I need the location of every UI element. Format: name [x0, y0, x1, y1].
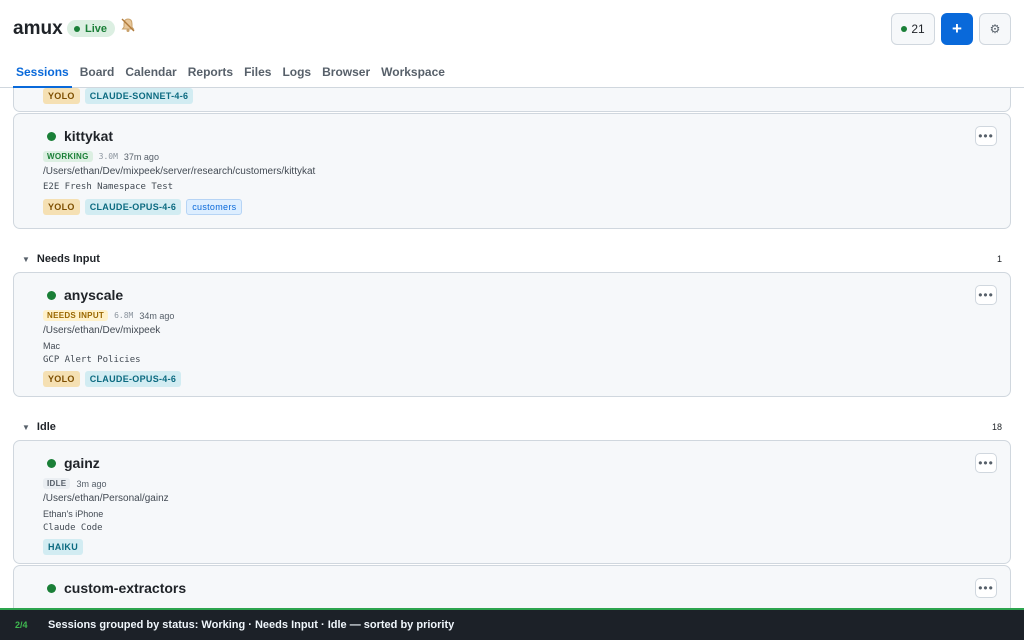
model-tag: CLAUDE-OPUS-4-6: [84, 199, 182, 215]
more-options-icon[interactable]: •••: [975, 453, 997, 473]
tab-browser[interactable]: Browser: [319, 60, 373, 88]
onboarding-hint-bar: 2/4 Sessions grouped by status: Working …: [0, 608, 1024, 640]
session-meta: WORKING 3.0M 37m ago: [43, 151, 159, 162]
collapse-caret-icon[interactable]: ▼: [22, 255, 30, 264]
session-tags: YOLO CLAUDE-SONNET-4-6: [43, 88, 194, 104]
session-title: kittykat: [47, 128, 113, 144]
live-dot-icon: [74, 25, 80, 32]
status-dot-icon: [47, 290, 56, 300]
status-dot-icon: [47, 131, 56, 141]
section-label: Needs Input: [36, 253, 100, 265]
collapse-caret-icon[interactable]: ▼: [22, 423, 30, 432]
session-size: 6.8M: [114, 311, 134, 320]
live-badge: Live: [67, 20, 116, 37]
yolo-tag: YOLO: [43, 371, 80, 387]
session-description: E2E Fresh Namespace Test: [43, 182, 174, 192]
more-options-icon[interactable]: •••: [975, 126, 997, 146]
session-card[interactable]: custom-extractors •••: [13, 565, 1011, 608]
hint-text: Sessions grouped by status: Working · Ne…: [48, 619, 455, 631]
session-name: anyscale: [64, 287, 124, 303]
session-description: GCP Alert Policies: [43, 355, 141, 365]
status-dot-icon: [47, 583, 56, 593]
session-device: Mac: [43, 341, 61, 351]
status-badge: WORKING: [43, 151, 93, 162]
session-title: custom-extractors: [47, 580, 186, 596]
session-age: 3m ago: [76, 478, 107, 489]
more-options-icon[interactable]: •••: [975, 285, 997, 305]
yolo-tag: YOLO: [43, 199, 80, 215]
status-badge: IDLE: [43, 478, 71, 489]
model-tag: CLAUDE-OPUS-4-6: [84, 371, 182, 387]
session-size: 3.0M: [98, 152, 118, 161]
more-options-icon[interactable]: •••: [975, 578, 997, 598]
session-card[interactable]: gainz ••• IDLE 3m ago /Users/ethan/Perso…: [13, 440, 1011, 564]
session-description: Claude Code: [43, 523, 103, 533]
session-tags: YOLO CLAUDE-OPUS-4-6 customers: [43, 199, 243, 215]
model-tag: CLAUDE-SONNET-4-6: [84, 88, 194, 104]
tab-calendar[interactable]: Calendar: [122, 60, 179, 88]
session-title: gainz: [47, 455, 100, 471]
session-meta: NEEDS INPUT 6.8M 34m ago: [43, 310, 174, 321]
active-sessions-button[interactable]: 21: [891, 13, 935, 45]
section-count: 18: [991, 422, 1002, 432]
session-name: custom-extractors: [64, 580, 187, 596]
status-dot-icon: [901, 26, 908, 32]
model-tag: HAIKU: [43, 539, 83, 555]
tab-workspace[interactable]: Workspace: [378, 60, 448, 88]
section-count: 1: [996, 254, 1002, 264]
app-title: amux: [13, 18, 63, 39]
session-tags: YOLO CLAUDE-OPUS-4-6: [43, 371, 182, 387]
session-path: /Users/ethan/Personal/gainz: [43, 493, 169, 504]
section-header-idle[interactable]: ▼ Idle 18: [22, 419, 1002, 435]
session-card[interactable]: kittykat ••• WORKING 3.0M 37m ago /Users…: [13, 113, 1011, 229]
session-path: /Users/ethan/Dev/mixpeek: [43, 325, 161, 336]
tab-board[interactable]: Board: [77, 60, 118, 88]
live-label: Live: [85, 22, 108, 35]
session-title: anyscale: [47, 287, 123, 303]
active-sessions-count: 21: [911, 22, 925, 36]
main-nav: Sessions Board Calendar Reports Files Lo…: [13, 60, 453, 88]
status-dot-icon: [47, 458, 56, 468]
session-age: 34m ago: [139, 310, 175, 321]
session-path: /Users/ethan/Dev/mixpeek/server/research…: [43, 166, 316, 177]
session-name: kittykat: [64, 128, 114, 144]
sessions-list: YOLO CLAUDE-SONNET-4-6 kittykat ••• WORK…: [0, 88, 1024, 608]
tab-sessions[interactable]: Sessions: [13, 60, 72, 88]
session-card[interactable]: anyscale ••• NEEDS INPUT 6.8M 34m ago /U…: [13, 272, 1011, 397]
session-meta: IDLE 3m ago: [43, 478, 106, 489]
session-card[interactable]: YOLO CLAUDE-SONNET-4-6: [13, 88, 1011, 112]
app-header: amux Live 21 + ⚙ Sessions Board Calendar…: [0, 0, 1024, 88]
tab-files[interactable]: Files: [241, 60, 274, 88]
yolo-tag: YOLO: [43, 88, 80, 104]
section-label: Idle: [36, 421, 56, 433]
tab-reports[interactable]: Reports: [185, 60, 236, 88]
section-header-needs-input[interactable]: ▼ Needs Input 1: [22, 251, 1002, 267]
group-tag[interactable]: customers: [186, 199, 243, 215]
status-badge: NEEDS INPUT: [43, 310, 109, 321]
session-age: 37m ago: [123, 151, 159, 162]
step-indicator: 2/4: [15, 620, 28, 630]
session-name: gainz: [64, 455, 100, 471]
add-session-button[interactable]: +: [941, 13, 973, 45]
session-device: Ethan's iPhone: [43, 509, 104, 519]
bell-muted-icon[interactable]: [119, 16, 141, 38]
session-tags: HAIKU: [43, 539, 83, 555]
settings-gear-icon[interactable]: ⚙: [979, 13, 1011, 45]
tab-logs[interactable]: Logs: [279, 60, 314, 88]
